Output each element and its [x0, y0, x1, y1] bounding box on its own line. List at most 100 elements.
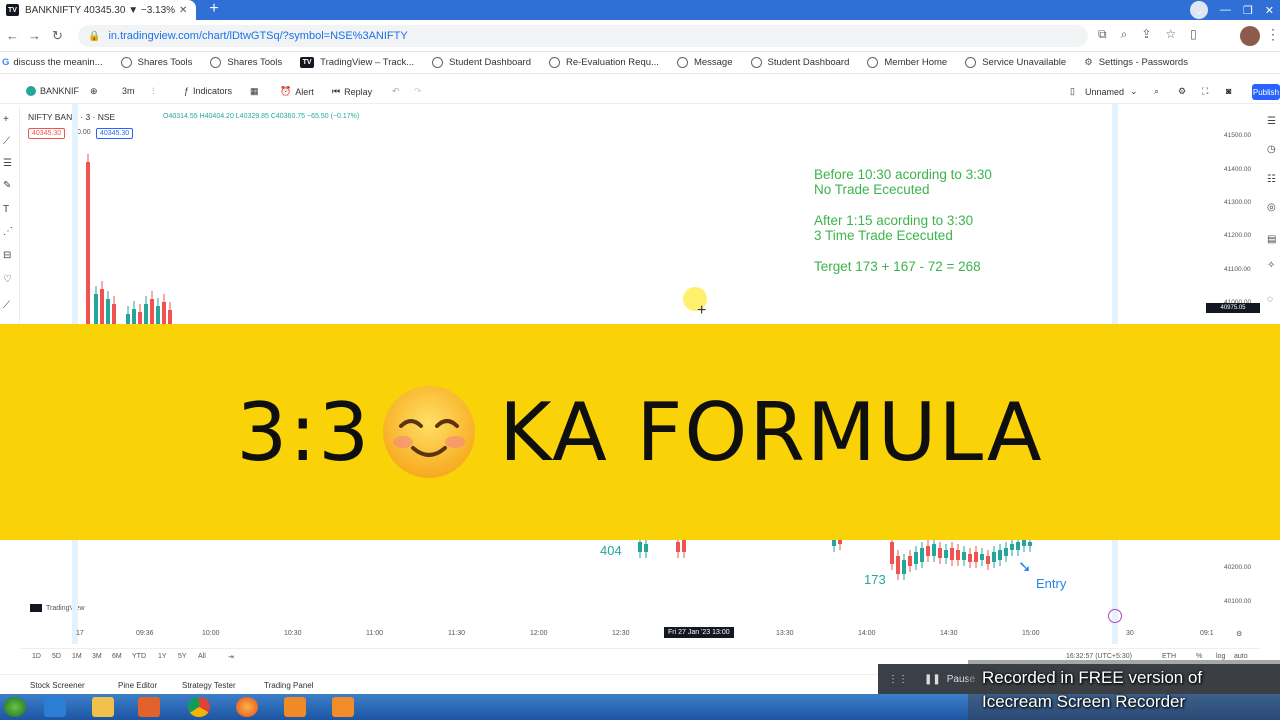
text-tool-icon[interactable]: T	[3, 204, 9, 215]
bookmark-item[interactable]: Re-Evaluation Requ...	[549, 57, 659, 68]
bookmark-item[interactable]: Student Dashboard	[432, 57, 531, 68]
install-icon[interactable]: ⧉	[1098, 27, 1107, 42]
zoom-icon[interactable]: ⌕	[1121, 27, 1128, 42]
hotlist-icon[interactable]: ◎	[1267, 202, 1276, 213]
fullscreen-icon[interactable]: ⛶	[1202, 86, 1208, 97]
media-player-icon[interactable]	[138, 697, 160, 717]
favorite-tool-icon[interactable]: ♡	[3, 274, 12, 285]
trend-line-icon[interactable]: ⟋	[3, 136, 10, 147]
forward-icon[interactable]: →	[28, 28, 41, 43]
alert-button[interactable]: ⏰ Alert	[280, 86, 314, 97]
ideas-icon[interactable]: ✧	[1267, 260, 1275, 271]
alerts-clock-icon[interactable]: ◷	[1267, 144, 1276, 155]
ruler-tool-icon[interactable]: ⟋	[3, 300, 10, 311]
bookmark-star-icon[interactable]: ☆	[1165, 27, 1176, 42]
goto-date-icon[interactable]: ⇥	[228, 653, 234, 661]
pattern-tool-icon[interactable]: ⋰	[3, 226, 13, 237]
event-marker-icon[interactable]	[1108, 609, 1122, 623]
bookmark-item[interactable]: Member Home	[867, 57, 947, 68]
tab-search-icon[interactable]: ⌄	[1189, 1, 1208, 19]
settings-gear-icon[interactable]: ⚙	[1178, 86, 1186, 97]
bookmark-item[interactable]: TV TradingView – Track...	[300, 57, 414, 68]
timeframe-button[interactable]: YTD	[132, 653, 146, 660]
timeframe-button[interactable]: 1M	[72, 653, 82, 660]
scale-option[interactable]: %	[1196, 653, 1202, 660]
candle	[980, 554, 984, 560]
side-panel-icon[interactable]: ▯	[1190, 27, 1197, 42]
data-window-icon[interactable]: ☷	[1267, 174, 1276, 185]
back-icon[interactable]: ←	[6, 28, 19, 43]
brush-tool-icon[interactable]: ✎	[3, 180, 11, 191]
start-orb-icon[interactable]	[4, 697, 26, 717]
camera-icon[interactable]: ◙	[1226, 86, 1231, 96]
chart-note[interactable]: Before 10:30 acording to 3:30 No Trade E…	[814, 167, 992, 274]
bookmark-item[interactable]: ⚙ Settings - Passwords	[1084, 57, 1188, 68]
timeframe-button[interactable]: 5D	[52, 653, 61, 660]
chat-icon[interactable]: ◌	[1267, 294, 1273, 305]
timeframe-button[interactable]: 1D	[32, 653, 41, 660]
interval-selector[interactable]: 3m	[122, 86, 135, 96]
compare-add-icon[interactable]: ⊕	[90, 86, 98, 97]
maximize-icon[interactable]: ❐	[1243, 4, 1253, 17]
annotation-173[interactable]: 173	[864, 572, 886, 587]
undo-icon[interactable]: ↶	[392, 86, 400, 97]
bookmark-label: TradingView – Track...	[320, 57, 415, 68]
bookmark-item[interactable]: Gdiscuss the meanin...	[0, 57, 103, 68]
candle	[974, 552, 978, 562]
recorder-app-icon[interactable]	[332, 697, 354, 717]
scale-option[interactable]: ETH	[1162, 653, 1176, 660]
timeframe-button[interactable]: 3M	[92, 653, 102, 660]
panel-tab[interactable]: Pine Editor	[118, 681, 157, 690]
close-tab-icon[interactable]: ✕	[179, 5, 187, 16]
scale-option[interactable]: log	[1216, 653, 1225, 660]
annotation-404[interactable]: 404	[600, 543, 622, 558]
recorder-grip-icon[interactable]: ⋮⋮	[888, 674, 908, 685]
entry-arrow-icon[interactable]: ➘	[1018, 557, 1031, 577]
publish-button[interactable]: Publish	[1252, 84, 1280, 100]
menu-kebab-icon[interactable]: ⋮	[1266, 26, 1280, 43]
timeframe-button[interactable]: All	[198, 653, 206, 660]
bookmark-item[interactable]: Shares Tools	[120, 57, 192, 68]
bookmark-item[interactable]: Service Unavailable	[965, 57, 1066, 68]
timeframe-button[interactable]: 6M	[112, 653, 122, 660]
close-window-icon[interactable]: ✕	[1265, 4, 1274, 17]
calendar-icon[interactable]: ▤	[1267, 234, 1276, 245]
bookmark-item[interactable]: Message	[676, 57, 733, 68]
layout-selector[interactable]: ▯ Unnamed ⌄	[1070, 86, 1138, 97]
share-icon[interactable]: ⇪	[1141, 27, 1151, 42]
panel-tab[interactable]: Trading Panel	[264, 681, 314, 690]
chart-type-icon[interactable]: ⫶	[152, 86, 154, 97]
scale-option[interactable]: auto	[1234, 653, 1248, 660]
watchlist-icon[interactable]: ☰	[1267, 116, 1276, 127]
ie-icon[interactable]	[44, 697, 66, 717]
fib-tool-icon[interactable]: ☰	[3, 158, 12, 169]
bookmark-item[interactable]: Student Dashboard	[750, 57, 849, 68]
explorer-folder-icon[interactable]	[92, 697, 114, 717]
browser-tab[interactable]: TV BANKNIFTY 40345.30 ▼ −3.13% ✕	[0, 0, 196, 20]
layouts-icon[interactable]: ▦	[250, 86, 259, 97]
panel-tab[interactable]: Strategy Tester	[182, 681, 236, 690]
cursor-tool-icon[interactable]: +	[3, 114, 9, 125]
new-tab-button[interactable]: +	[202, 0, 226, 20]
bookmark-item[interactable]: Shares Tools	[210, 57, 282, 68]
address-input[interactable]: 🔒 in.tradingview.com/chart/lDtwGTSq/?sym…	[78, 25, 1088, 47]
symbol-search[interactable]: BANKNIF	[26, 86, 79, 96]
axis-settings-icon[interactable]: ⚙	[1236, 630, 1242, 638]
pause-icon[interactable]: ❚❚	[924, 674, 941, 685]
timeframe-button[interactable]: 1Y	[158, 653, 167, 660]
reload-icon[interactable]: ↻	[52, 28, 63, 44]
minimize-icon[interactable]: —	[1220, 4, 1231, 16]
indicators-button[interactable]: ƒ Indicators	[184, 86, 232, 96]
annotation-entry[interactable]: Entry	[1036, 576, 1066, 591]
panel-tab[interactable]: Stock Screener	[30, 681, 85, 690]
redo-icon[interactable]: ↷	[414, 86, 422, 97]
app-icon[interactable]	[284, 697, 306, 717]
replay-button[interactable]: ⏮ Replay	[332, 86, 372, 97]
measure-tool-icon[interactable]: ⊟	[3, 250, 11, 261]
time-axis[interactable]: 17 09:36 10:00 10:30 11:00 11:30 12:00 12:30 13:…	[20, 626, 1260, 642]
chrome-icon[interactable]	[188, 697, 210, 717]
firefox-icon[interactable]	[236, 697, 258, 717]
search-icon[interactable]: ⌕	[1154, 86, 1159, 97]
profile-avatar[interactable]	[1240, 26, 1260, 46]
timeframe-button[interactable]: 5Y	[178, 653, 187, 660]
